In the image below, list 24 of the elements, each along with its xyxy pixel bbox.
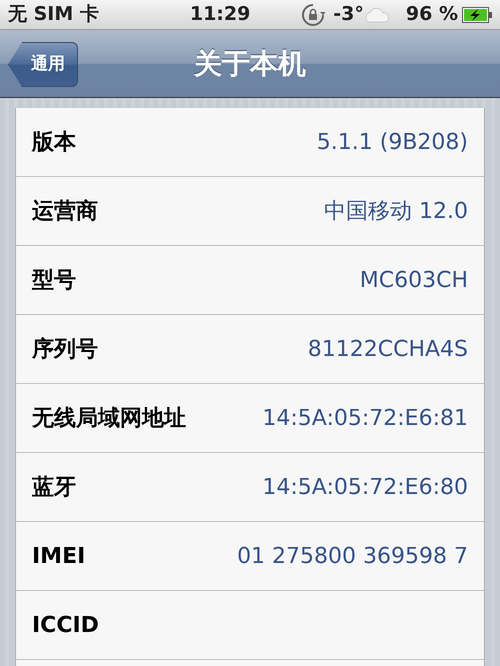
row-value: 01 275800 369598 7 <box>237 542 468 570</box>
row-label: 型号 <box>32 266 76 294</box>
carrier-text: 无 SIM 卡 <box>8 2 99 28</box>
row-value: 14:5A:05:72:E6:81 <box>262 404 468 432</box>
row-value: 14:5A:05:72:E6:80 <box>262 474 468 502</box>
rotation-lock-icon <box>301 2 326 26</box>
cloud-icon <box>364 6 390 22</box>
row-label: 运营商 <box>32 198 98 226</box>
time-text: 11:29 <box>190 3 250 26</box>
row-label: 无线局域网地址 <box>32 404 186 432</box>
row-label: 序列号 <box>32 336 98 364</box>
row-value: MC603CH <box>360 266 468 294</box>
row-label: 蓝牙 <box>32 474 76 502</box>
row-value: 5.1.1 (9B208) <box>316 128 468 156</box>
temperature-text: -3° <box>333 2 364 28</box>
battery-charging-icon <box>462 6 492 22</box>
row-value: 中国移动 12.0 <box>324 198 468 226</box>
row-label: ICCID <box>32 612 99 640</box>
battery-percent-text: 96 % <box>406 2 458 28</box>
back-button[interactable]: 通用 <box>8 42 78 87</box>
row-label: 版本 <box>32 128 76 156</box>
row-label: IMEI <box>32 542 86 570</box>
screen-title: 关于本机 <box>194 46 306 82</box>
row-value: 81122CCHA4S <box>308 336 468 364</box>
